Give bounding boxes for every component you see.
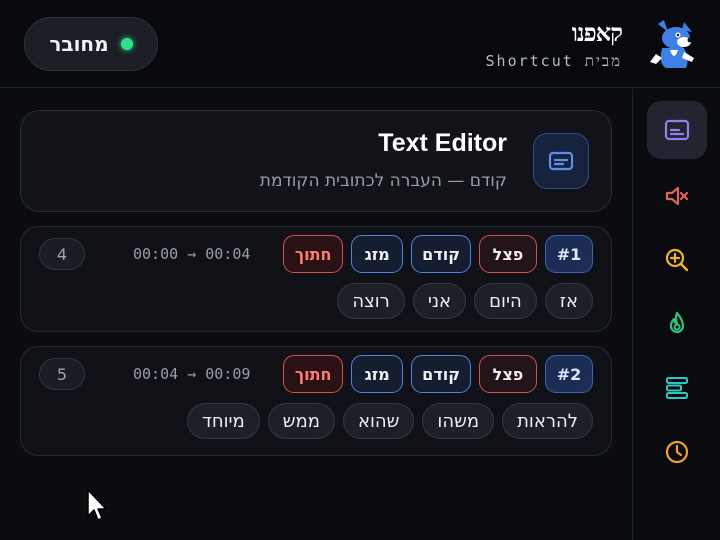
- time-end: 00:09: [205, 365, 251, 383]
- word-chip[interactable]: אני: [412, 283, 467, 319]
- brand-logo-text: קאפנו: [571, 17, 623, 47]
- word-chip[interactable]: אז: [544, 283, 593, 319]
- subtitles-icon: [664, 119, 690, 141]
- word-chip[interactable]: היום: [474, 283, 537, 319]
- previous-button[interactable]: קודם: [411, 235, 471, 273]
- split-button[interactable]: פצל: [479, 235, 537, 273]
- word-chip[interactable]: להראות: [502, 403, 593, 439]
- merge-button[interactable]: מזג: [351, 235, 404, 273]
- mouse-cursor-icon: [87, 489, 107, 521]
- dog-mascot-icon: [650, 20, 694, 68]
- cut-button[interactable]: חתוך: [283, 235, 344, 273]
- segment-timecode: 00:04 → 00:09: [133, 365, 250, 383]
- subtitle-segment[interactable]: #1 פצל קודם מזג חתוך 00:00 → 00:04 4 אז …: [20, 226, 612, 332]
- arrow-icon: →: [187, 245, 197, 263]
- word-chip[interactable]: שהוא: [342, 403, 415, 439]
- editor-title-card: Text Editor קודם — העברה לכתובית הקודמת: [20, 110, 612, 212]
- sidebar-item-zoom[interactable]: [647, 231, 707, 289]
- split-button[interactable]: פצל: [479, 355, 537, 393]
- connection-status-label: מחובר: [49, 32, 109, 56]
- time-start: 00:04: [133, 365, 179, 383]
- merge-button[interactable]: מזג: [351, 355, 404, 393]
- sidebar-item-timing[interactable]: [647, 423, 707, 481]
- subtitles-icon: [548, 151, 574, 171]
- cut-button[interactable]: חתוך: [283, 355, 344, 393]
- sidebar-item-effects[interactable]: [647, 295, 707, 353]
- word-count-badge: 5: [39, 358, 85, 390]
- flame-icon: [669, 311, 685, 334]
- word-count-badge: 4: [39, 238, 85, 270]
- connected-dot-icon: [120, 38, 133, 50]
- zoom-in-icon: [665, 248, 689, 272]
- subtitle-segment[interactable]: #2 פצל קודם מזג חתוך 00:04 → 00:09 5 להר…: [20, 346, 612, 456]
- time-start: 00:00: [133, 245, 179, 263]
- word-chip[interactable]: מיוחד: [187, 403, 260, 439]
- sidebar-item-subtitles[interactable]: [647, 101, 707, 159]
- arrow-icon: →: [187, 365, 197, 383]
- time-end: 00:04: [205, 245, 251, 263]
- segment-timecode: 00:00 → 00:04: [133, 245, 250, 263]
- app-header: מחובר קאפנו מבית Shortcut: [0, 0, 720, 88]
- previous-button[interactable]: קודם: [411, 355, 471, 393]
- word-chip[interactable]: משהו: [422, 403, 495, 439]
- brand-subtitle: מבית Shortcut: [485, 51, 622, 70]
- mute-icon: [665, 186, 689, 206]
- segment-index-badge: #2: [545, 355, 593, 393]
- page-subtitle: קודם — העברה לכתובית הקודמת: [259, 171, 507, 191]
- word-chip[interactable]: ממש: [267, 403, 335, 439]
- sidebar-item-mute[interactable]: [647, 167, 707, 225]
- sidebar-item-layout[interactable]: [647, 359, 707, 417]
- tools-sidebar: [632, 89, 720, 540]
- clock-icon: [665, 440, 689, 464]
- word-chip[interactable]: רוצה: [337, 283, 405, 319]
- word-list: אז היום אני רוצה: [337, 283, 593, 319]
- editor-icon-box: [533, 133, 589, 189]
- bars-align-icon: [666, 377, 688, 399]
- page-title: Text Editor: [378, 129, 507, 157]
- segment-index-badge: #1: [545, 235, 593, 273]
- connection-status-button[interactable]: מחובר: [24, 17, 158, 71]
- word-list: להראות משהו שהוא ממש מיוחד: [187, 403, 593, 439]
- brand: קאפנו מבית Shortcut: [486, 14, 698, 74]
